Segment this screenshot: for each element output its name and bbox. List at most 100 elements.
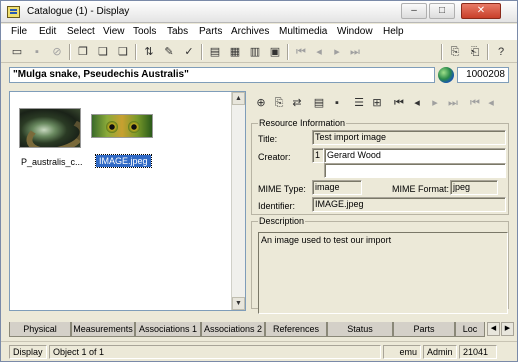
delete-record-icon[interactable]: ❏ (95, 44, 111, 60)
copy-record-icon[interactable]: ❐ (75, 44, 91, 60)
globe-icon[interactable] (438, 67, 454, 83)
replace-multimedia-icon[interactable]: ⇄ (289, 95, 305, 111)
tree-icon[interactable]: ⊞ (369, 95, 385, 111)
main-toolbar: ▭ ▪ ⊘ ❐ ❏ ❏ ⇅ ✎ ✓ ▤ ▦ ▥ ▣ ⏮ ◂ ▸ ⏭ ⎘ ⎗ ? (1, 41, 517, 63)
tab-scroll-right-icon[interactable]: ▶ (501, 322, 514, 336)
contact-sheet-icon[interactable]: ▥ (247, 44, 263, 60)
toolbar-separator (135, 44, 136, 60)
thumbnail-caption[interactable]: P_australis_c... (21, 157, 83, 167)
menu-help[interactable]: Help (383, 26, 404, 37)
toolbar-separator (287, 44, 288, 60)
status-user: Admin (423, 345, 457, 359)
sort-icon[interactable]: ⇅ (141, 44, 157, 60)
menu-bar: File Edit Select View Tools Tabs Parts A… (1, 24, 517, 40)
list-icon[interactable]: ☰ (351, 95, 367, 111)
scroll-down-arrow-icon[interactable]: ▼ (232, 297, 245, 310)
last-image-icon[interactable]: ⏭ (445, 95, 461, 111)
mime-type-field[interactable]: image (312, 180, 362, 195)
close-button[interactable]: ✕ (461, 3, 501, 19)
details-view-icon[interactable]: ▤ (207, 44, 223, 60)
detach-icon[interactable]: ⎗ (467, 44, 483, 60)
scroll-up-arrow-icon[interactable]: ▲ (232, 92, 245, 105)
menu-view[interactable]: View (103, 26, 125, 37)
status-object: Object 1 of 1 (49, 345, 381, 359)
add-multimedia-icon[interactable]: ⊕ (253, 95, 269, 111)
thumbnail-caption-selected[interactable]: IMAGE.jpeg (95, 154, 152, 168)
group-label: Resource Information (258, 118, 347, 128)
title-field[interactable]: Test import image (312, 130, 506, 145)
detail-toolbar: ⊕ ⎘ ⇄ ▤ ▪ ☰ ⊞ ⏮ ◂ ▸ ⏭ ⏮ ◂ (249, 93, 511, 113)
previous-page-icon[interactable]: ◂ (483, 95, 499, 111)
record-detail-pane: ⊕ ⎘ ⇄ ▤ ▪ ☰ ⊞ ⏮ ◂ ▸ ⏭ ⏮ ◂ Resource Infor… (249, 91, 511, 314)
creator-field-empty[interactable] (324, 163, 506, 178)
menu-tabs[interactable]: Tabs (167, 26, 188, 37)
tab-loc[interactable]: Loc (455, 322, 485, 337)
menu-tools[interactable]: Tools (133, 26, 156, 37)
thumbnail-pane[interactable]: P_australis_c... IMAGE.jpeg ▲ ▼ (9, 91, 246, 311)
cancel-icon[interactable]: ⊘ (49, 44, 65, 60)
mime-type-label: MIME Type: (258, 184, 306, 194)
toolbar-separator (201, 44, 202, 60)
title-label: Title: (258, 134, 278, 144)
properties-icon[interactable]: ▤ (311, 95, 327, 111)
minimize-button[interactable]: – (401, 3, 427, 19)
spellcheck-icon[interactable]: ✓ (181, 44, 197, 60)
tab-parts[interactable]: Parts (393, 322, 455, 337)
description-field[interactable]: An image used to test our import (258, 232, 508, 314)
menu-multimedia[interactable]: Multimedia (279, 26, 327, 37)
menu-edit[interactable]: Edit (39, 26, 56, 37)
next-record-icon[interactable]: ▸ (329, 44, 345, 60)
tab-associations-2[interactable]: Associations 2 (201, 322, 265, 337)
menu-parts[interactable]: Parts (199, 26, 222, 37)
save-multimedia-icon[interactable]: ▪ (329, 95, 345, 111)
previous-image-icon[interactable]: ◂ (409, 95, 425, 111)
page-view-icon[interactable]: ▣ (267, 44, 283, 60)
snake-thumbnail[interactable] (19, 108, 81, 148)
creator-field[interactable]: Gerard Wood (324, 148, 506, 163)
new-record-icon[interactable]: ▭ (9, 44, 25, 60)
menu-select[interactable]: Select (67, 26, 95, 37)
toolbar-separator (69, 44, 70, 60)
context-help-icon[interactable]: ? (493, 44, 509, 60)
tab-strip: Physical Measurements Associations 1 Ass… (1, 320, 517, 338)
record-irn: 1000208 (457, 67, 509, 83)
identifier-field[interactable]: IMAGE.jpeg (312, 197, 506, 212)
resource-information-group: Resource Information Title: Test import … (251, 118, 509, 215)
status-count: 21041 (459, 345, 497, 359)
menu-archives[interactable]: Archives (231, 26, 269, 37)
menu-file[interactable]: File (11, 26, 27, 37)
record-bar: "Mulga snake, Pseudechis Australis" 1000… (1, 64, 517, 86)
last-record-icon[interactable]: ⏭ (347, 44, 363, 60)
image-jpeg-thumbnail[interactable] (91, 114, 153, 138)
first-page-icon[interactable]: ⏮ (467, 95, 483, 111)
record-summary: "Mulga snake, Pseudechis Australis" (9, 67, 435, 83)
menu-window[interactable]: Window (337, 26, 373, 37)
tab-scroll-left-icon[interactable]: ◀ (487, 322, 500, 336)
creator-label: Creator: (258, 152, 291, 162)
first-image-icon[interactable]: ⏮ (391, 95, 407, 111)
status-module: emu (383, 345, 421, 359)
catalogue-app-icon (7, 6, 20, 18)
vertical-scrollbar[interactable]: ▲ ▼ (231, 92, 245, 310)
tab-status[interactable]: Status (327, 322, 393, 337)
discard-record-icon[interactable]: ❏ (115, 44, 131, 60)
tab-measurements[interactable]: Measurements (71, 322, 135, 337)
status-bar: Display Object 1 of 1 emu Admin 21041 (1, 341, 517, 361)
first-record-icon[interactable]: ⏮ (293, 44, 309, 60)
edit-icon[interactable]: ✎ (161, 44, 177, 60)
description-group: Description An image used to test our im… (251, 216, 509, 314)
toolbar-separator (441, 44, 442, 60)
previous-record-icon[interactable]: ◂ (311, 44, 327, 60)
maximize-button[interactable]: □ (429, 3, 455, 19)
next-image-icon[interactable]: ▸ (427, 95, 443, 111)
tab-associations-1[interactable]: Associations 1 (135, 322, 201, 337)
save-icon[interactable]: ▪ (29, 44, 45, 60)
mime-format-field[interactable]: jpeg (450, 180, 498, 195)
attach-icon[interactable]: ⎘ (447, 44, 463, 60)
list-view-icon[interactable]: ▦ (227, 44, 243, 60)
tab-references[interactable]: References (265, 322, 327, 337)
tab-physical[interactable]: Physical (9, 322, 71, 337)
window-title: Catalogue (1) - Display (27, 6, 130, 17)
attach-multimedia-icon[interactable]: ⎘ (271, 95, 287, 111)
toolbar-separator (487, 44, 488, 60)
